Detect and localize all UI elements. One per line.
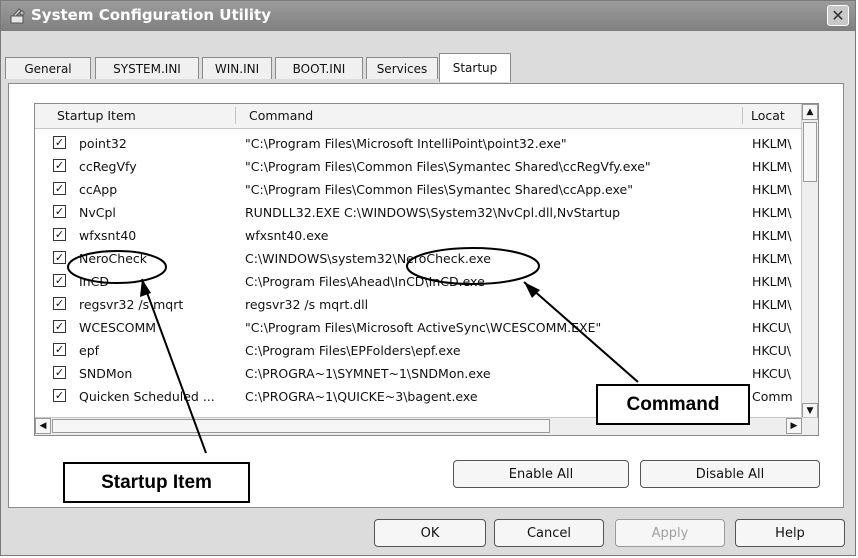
scroll-right-icon[interactable]: ▶ xyxy=(786,418,802,434)
location-cell: HKCU\ xyxy=(752,343,792,358)
list-header: Startup Item Command Locat xyxy=(35,104,818,129)
table-row[interactable]: ✓ InCD C:\Program Files\Ahead\InCD\InCD.… xyxy=(35,271,818,294)
command-cell: C:\PROGRA~1\SYMNET~1\SNDMon.exe xyxy=(245,366,491,381)
command-cell: C:\WINDOWS\system32\NeroCheck.exe xyxy=(245,251,491,266)
location-cell: HKLM\ xyxy=(752,297,792,312)
command-callout: Command xyxy=(596,384,750,425)
table-row[interactable]: ✓ epf C:\Program Files\EPFolders\epf.exe… xyxy=(35,340,818,363)
location-cell: HKLM\ xyxy=(752,228,792,243)
command-cell: "C:\Program Files\Common Files\Symantec … xyxy=(245,182,633,197)
startup-item-cell: regsvr32 /s mqrt xyxy=(79,297,184,312)
row-checkbox[interactable]: ✓ xyxy=(53,136,66,149)
table-row[interactable]: ✓ SNDMon C:\PROGRA~1\SYMNET~1\SNDMon.exe… xyxy=(35,363,818,386)
row-checkbox[interactable]: ✓ xyxy=(53,205,66,218)
startup-item-callout: Startup Item xyxy=(63,462,250,503)
row-checkbox[interactable]: ✓ xyxy=(53,297,66,310)
location-cell: HKLM\ xyxy=(752,251,792,266)
location-cell: HKLM\ xyxy=(752,136,792,151)
vertical-scroll-thumb[interactable] xyxy=(803,122,817,182)
cancel-button[interactable]: Cancel xyxy=(494,519,604,547)
location-cell: HKLM\ xyxy=(752,274,792,289)
row-checkbox[interactable]: ✓ xyxy=(53,159,66,172)
window-title: System Configuration Utility xyxy=(31,6,271,24)
row-checkbox[interactable]: ✓ xyxy=(53,389,66,402)
command-cell: C:\Program Files\Ahead\InCD\InCD.exe xyxy=(245,274,485,289)
command-cell: C:\Program Files\EPFolders\epf.exe xyxy=(245,343,461,358)
command-cell: RUNDLL32.EXE C:\WINDOWS\System32\NvCpl.d… xyxy=(245,205,621,220)
app-icon xyxy=(10,8,25,24)
table-row[interactable]: ✓ ccRegVfy "C:\Program Files\Common File… xyxy=(35,156,818,179)
table-row[interactable]: ✓ regsvr32 /s mqrt regsvr32 /s mqrt.dll … xyxy=(35,294,818,317)
tab-startup[interactable]: Startup xyxy=(439,53,511,82)
tab-system-ini[interactable]: SYSTEM.INI xyxy=(95,57,199,79)
row-checkbox[interactable]: ✓ xyxy=(53,274,66,287)
row-checkbox[interactable]: ✓ xyxy=(53,251,66,264)
tab-services[interactable]: Services xyxy=(366,57,438,79)
table-row[interactable]: ✓ ccApp "C:\Program Files\Common Files\S… xyxy=(35,179,818,202)
command-cell: C:\PROGRA~1\QUICKE~3\bagent.exe xyxy=(245,389,478,404)
horizontal-scroll-thumb[interactable] xyxy=(52,419,550,433)
table-row[interactable]: ✓ NvCpl RUNDLL32.EXE C:\WINDOWS\System32… xyxy=(35,202,818,225)
startup-item-cell: point32 xyxy=(79,136,127,151)
row-checkbox[interactable]: ✓ xyxy=(53,366,66,379)
command-cell: "C:\Program Files\Microsoft IntelliPoint… xyxy=(245,136,567,151)
header-command[interactable]: Command xyxy=(249,108,313,123)
command-cell: "C:\Program Files\Microsoft ActiveSync\W… xyxy=(245,320,602,335)
command-cell: regsvr32 /s mqrt.dll xyxy=(245,297,369,312)
tab-win-ini[interactable]: WIN.INI xyxy=(202,57,272,79)
help-button[interactable]: Help xyxy=(735,519,845,547)
apply-button[interactable]: Apply xyxy=(615,519,725,547)
disable-all-button[interactable]: Disable All xyxy=(640,460,820,488)
table-row[interactable]: ✓ WCESCOMM "C:\Program Files\Microsoft A… xyxy=(35,317,818,340)
tab-boot-ini[interactable]: BOOT.INI xyxy=(275,57,363,79)
close-button[interactable]: ✕ xyxy=(827,5,849,26)
command-cell: wfxsnt40.exe xyxy=(245,228,329,243)
startup-item-cell: WCESCOMM xyxy=(79,320,157,335)
scroll-up-icon[interactable]: ▲ xyxy=(802,104,818,120)
location-cell: HKCU\ xyxy=(752,366,792,381)
vertical-scrollbar[interactable]: ▲ ▼ xyxy=(801,104,818,419)
startup-item-cell: NeroCheck xyxy=(79,251,148,266)
startup-item-cell: SNDMon xyxy=(79,366,133,381)
startup-item-cell: epf xyxy=(79,343,100,358)
tab-general[interactable]: General xyxy=(5,57,91,79)
ok-button[interactable]: OK xyxy=(374,519,486,547)
startup-item-cell: Quicken Scheduled ... xyxy=(79,389,215,404)
startup-item-cell: InCD xyxy=(79,274,109,289)
header-location[interactable]: Locat xyxy=(751,108,785,123)
enable-all-button[interactable]: Enable All xyxy=(453,460,629,488)
title-bar: System Configuration Utility ✕ xyxy=(1,1,855,31)
location-cell: HKLM\ xyxy=(752,182,792,197)
close-icon: ✕ xyxy=(831,6,845,25)
table-row[interactable]: ✓ wfxsnt40 wfxsnt40.exe HKLM\ xyxy=(35,225,818,248)
row-checkbox[interactable]: ✓ xyxy=(53,228,66,241)
startup-item-cell: ccApp xyxy=(79,182,118,197)
command-cell: "C:\Program Files\Common Files\Symantec … xyxy=(245,159,651,174)
header-startup-item[interactable]: Startup Item xyxy=(57,108,136,123)
location-cell: HKLM\ xyxy=(752,159,792,174)
table-row[interactable]: ✓ point32 "C:\Program Files\Microsoft In… xyxy=(35,133,818,156)
row-checkbox[interactable]: ✓ xyxy=(53,182,66,195)
location-cell: HKCU\ xyxy=(752,320,792,335)
startup-item-cell: wfxsnt40 xyxy=(79,228,137,243)
table-row[interactable]: ✓ NeroCheck C:\WINDOWS\system32\NeroChec… xyxy=(35,248,818,271)
location-cell: Comm xyxy=(752,389,793,404)
row-checkbox[interactable]: ✓ xyxy=(53,343,66,356)
startup-item-cell: ccRegVfy xyxy=(79,159,137,174)
location-cell: HKLM\ xyxy=(752,205,792,220)
row-checkbox[interactable]: ✓ xyxy=(53,320,66,333)
scroll-left-icon[interactable]: ◀ xyxy=(35,418,51,434)
startup-item-cell: NvCpl xyxy=(79,205,116,220)
